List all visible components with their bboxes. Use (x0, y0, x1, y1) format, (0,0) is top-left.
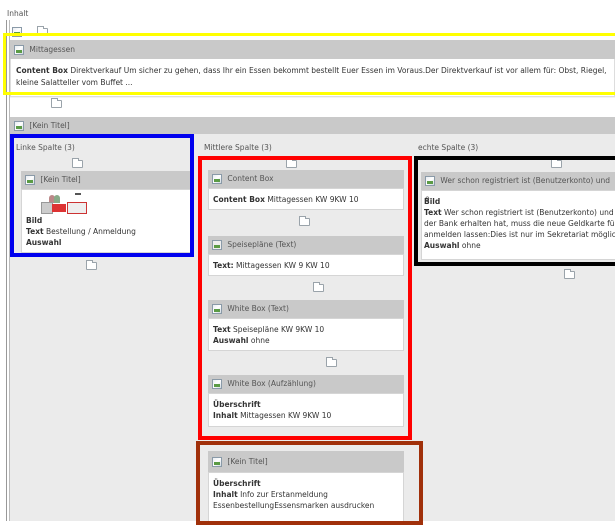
grid-element-icon[interactable] (14, 121, 24, 131)
black-highlight (414, 156, 615, 266)
middle-column-title: Mittlere Spalte (3) (204, 143, 272, 152)
left-folder-bottom-icon[interactable] (85, 260, 97, 270)
brown-highlight (196, 441, 423, 525)
blue-highlight (10, 134, 194, 257)
grid-element-title: [Kein Titel] (29, 121, 70, 130)
content-label: Inhalt (7, 9, 29, 18)
right-column-title: echte Spalte (3) (418, 143, 479, 152)
red-highlight (198, 156, 412, 440)
right-folder-bottom-icon[interactable] (563, 269, 575, 279)
yellow-highlight (3, 33, 615, 95)
left-border-line (6, 20, 7, 521)
folder-icon-2[interactable] (50, 98, 62, 108)
grid-element-header[interactable]: [Kein Titel] (10, 117, 615, 134)
